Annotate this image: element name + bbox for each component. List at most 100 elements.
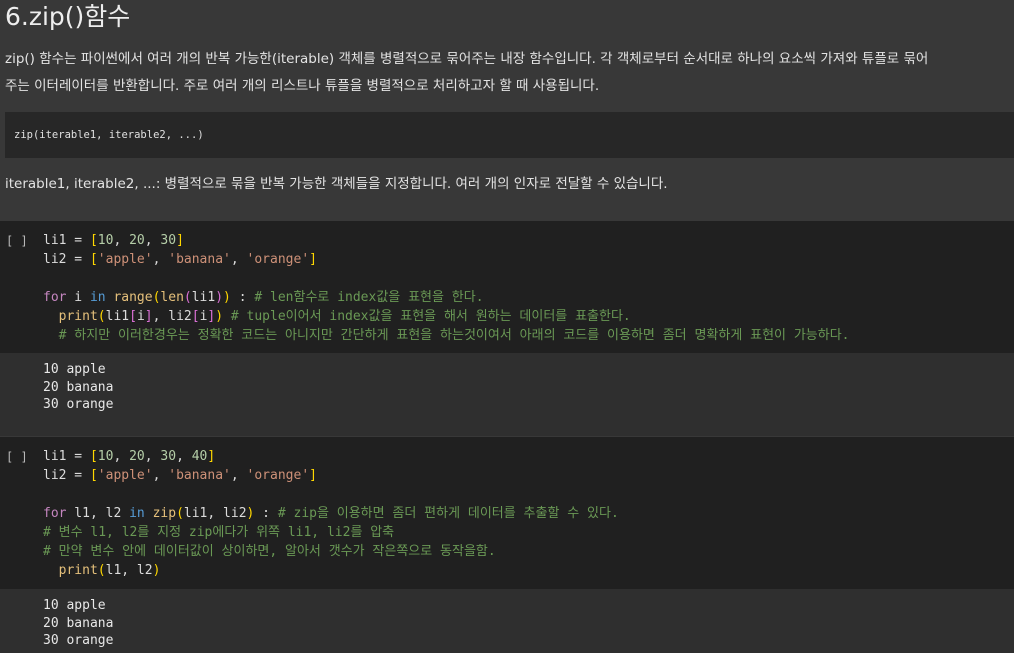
code-token: 30	[160, 449, 177, 464]
code-token: print	[58, 563, 98, 578]
code-editor[interactable]: li1 = [10, 20, 30, 40] li2 = ['apple', 'b…	[43, 447, 619, 580]
code-token: ,	[144, 233, 161, 248]
code-token: for	[43, 290, 67, 305]
intro-line-2: 주는 이터레이터를 반환합니다. 주로 여러 개의 리스트나 튜플을 병렬적으로…	[5, 78, 600, 94]
code-token: ,	[176, 449, 192, 464]
code-token: li1	[105, 309, 130, 324]
code-token: li1 =	[43, 449, 90, 464]
code-token: [	[191, 309, 200, 324]
code-token: 'apple'	[97, 252, 153, 267]
code-line: li1 = [10, 20, 30]	[43, 231, 850, 250]
output-line: 30 orange	[43, 397, 114, 412]
code-token: in	[89, 290, 106, 305]
code-token: ,	[152, 252, 169, 267]
code-token: range	[113, 290, 153, 305]
code-token: ,	[113, 449, 130, 464]
code-token: (	[176, 506, 184, 521]
code-token: ]	[144, 309, 153, 324]
cell-output-1: 10 apple 20 banana 30 orange	[0, 353, 1014, 436]
code-token: zip	[152, 506, 177, 521]
code-token: ]	[309, 468, 317, 483]
code-token: [	[89, 233, 98, 248]
code-token: ,	[230, 252, 247, 267]
code-token: (	[97, 563, 106, 578]
cell-output-2: 10 apple 20 banana 30 orange	[0, 589, 1014, 653]
code-cell-2[interactable]: [ ] li1 = [10, 20, 30, 40] li2 = ['apple'…	[0, 437, 1014, 589]
intro-paragraph: zip() 함수는 파이썬에서 여러 개의 반복 가능한(iterable) 객…	[5, 46, 1010, 100]
code-token: [	[89, 468, 98, 483]
code-token: 20	[129, 233, 145, 248]
page-title: 6.zip()함수	[5, 2, 131, 31]
code-token: ]	[176, 233, 184, 248]
code-token: li2 =	[43, 252, 90, 267]
code-token: ]	[207, 449, 216, 464]
code-token: # 변수 l1, l2를 지정 zip에다가 위쪽 li1, li2를 압축	[43, 525, 395, 540]
code-token: l1, l2	[105, 563, 153, 578]
code-token: , li2	[152, 309, 192, 324]
code-token: )	[215, 309, 224, 324]
run-cell-button[interactable]: [ ]	[6, 234, 28, 248]
code-token: 40	[191, 449, 208, 464]
code-token: ]	[309, 252, 317, 267]
code-token: li1 =	[43, 233, 90, 248]
code-token: len	[160, 290, 184, 305]
code-token: [	[89, 252, 98, 267]
code-token: [	[129, 309, 137, 324]
code-token: [	[89, 449, 98, 464]
code-token: 10	[97, 233, 114, 248]
code-token: i	[136, 309, 145, 324]
code-editor[interactable]: li1 = [10, 20, 30] li2 = ['apple', 'banan…	[43, 231, 850, 345]
code-token: ,	[113, 233, 130, 248]
code-token: 10	[97, 449, 114, 464]
code-token: # 하지만 이러한경우는 정확한 코드는 아니지만 간단하게 표현을 하는것이여…	[58, 328, 850, 343]
code-token: 'orange'	[246, 468, 310, 483]
output-line: 20 banana	[43, 379, 114, 395]
code-token: ,	[144, 449, 161, 464]
code-line: # 하지만 이러한경우는 정확한 코드는 아니지만 간단하게 표현을 하는것이여…	[43, 326, 850, 345]
code-token: )	[223, 290, 231, 305]
code-token: 'orange'	[246, 252, 310, 267]
syntax-code: zip(iterable1, iterable2, ...)	[14, 129, 204, 141]
code-token: # 만약 변수 안에 데이터값이 상이하면, 알아서 갯수가 작은쪽으로 동작을…	[43, 544, 496, 559]
code-token: (	[97, 309, 106, 324]
code-token: :	[230, 290, 255, 305]
code-token: in	[129, 506, 145, 521]
code-token: li2 =	[43, 468, 90, 483]
code-line: for l1, l2 in zip(li1, li2) : # zip을 이용하…	[43, 504, 619, 523]
code-line: # 변수 l1, l2를 지정 zip에다가 위쪽 li1, li2를 압축	[43, 523, 619, 542]
output-line: 20 banana	[43, 615, 114, 631]
code-cell-1[interactable]: [ ] li1 = [10, 20, 30] li2 = ['apple', 'b…	[0, 221, 1014, 353]
syntax-code-block: zip(iterable1, iterable2, ...)	[5, 112, 1014, 158]
run-cell-button[interactable]: [ ]	[6, 450, 28, 464]
code-line: li1 = [10, 20, 30, 40]	[43, 447, 619, 466]
code-line: print(li1[i], li2[i]) # tuple이어서 index값을…	[43, 307, 850, 326]
code-token: 20	[129, 449, 145, 464]
output-text: 10 apple 20 banana 30 orange	[43, 361, 113, 414]
code-token: li1, li2	[183, 506, 247, 521]
code-line: # 만약 변수 안에 데이터값이 상이하면, 알아서 갯수가 작은쪽으로 동작을…	[43, 542, 619, 561]
code-token: ,	[152, 468, 169, 483]
code-token: l1, l2	[66, 506, 130, 521]
output-line: 30 orange	[43, 633, 114, 648]
intro-line-1: zip() 함수는 파이썬에서 여러 개의 반복 가능한(iterable) 객…	[5, 51, 929, 67]
code-token: i	[66, 290, 90, 305]
output-line: 10 apple	[43, 598, 106, 613]
output-line: 10 apple	[43, 362, 106, 377]
code-token: # zip을 이용하면 좀더 편하게 데이터를 추출할 수 있다.	[277, 506, 619, 521]
code-token: (	[183, 290, 192, 305]
code-token: 'banana'	[168, 468, 231, 483]
code-line: li2 = ['apple', 'banana', 'orange']	[43, 466, 619, 485]
code-token: print	[58, 309, 98, 324]
code-token: 'apple'	[97, 468, 153, 483]
code-token: li1	[191, 290, 216, 305]
code-token: # tuple이어서 index값을 표현을 해서 원하는 데이터를 표출한다.	[230, 309, 631, 324]
code-token: )	[152, 563, 161, 578]
code-token: for	[43, 506, 67, 521]
